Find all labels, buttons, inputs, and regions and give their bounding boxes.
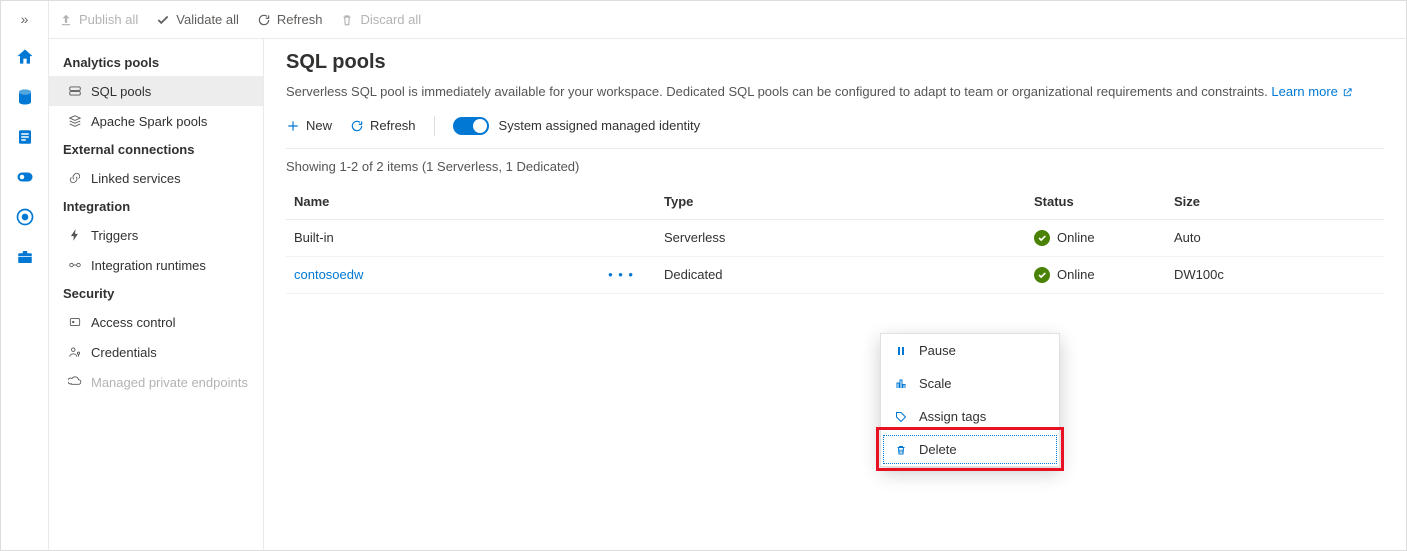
sidebar-item-label: SQL pools <box>91 84 151 99</box>
results-count: Showing 1-2 of 2 items (1 Serverless, 1 … <box>286 159 1384 174</box>
sidebar-item-label: Access control <box>91 315 176 330</box>
tag-icon <box>893 411 909 423</box>
linked-icon <box>67 170 83 186</box>
sidebar-item-label: Integration runtimes <box>91 258 206 273</box>
spark-icon <box>67 113 83 129</box>
manage-icon[interactable] <box>13 245 37 269</box>
pool-status: Online <box>1057 267 1095 282</box>
sidebar-item-sql-pools[interactable]: SQL pools <box>49 76 263 106</box>
table-row[interactable]: contosoedw • • • Dedicated Online DW100c <box>286 256 1384 293</box>
sidebar-item-label: Linked services <box>91 171 181 186</box>
menu-delete[interactable]: Delete <box>881 433 1059 466</box>
row-more-icon[interactable]: • • • <box>600 267 642 282</box>
refresh-list-label: Refresh <box>370 118 416 133</box>
managed-identity-toggle[interactable] <box>453 117 489 135</box>
scale-icon <box>893 378 909 390</box>
refresh-label: Refresh <box>277 12 323 27</box>
pool-size: DW100c <box>1174 267 1224 282</box>
runtime-icon <box>67 257 83 273</box>
action-bar: New Refresh System assigned managed iden… <box>286 116 1384 149</box>
row-context-menu: Pause Scale Assign tags Delete <box>880 333 1060 467</box>
integrate-icon[interactable] <box>13 165 37 189</box>
pool-status: Online <box>1057 230 1095 245</box>
pool-name: Built-in <box>294 230 334 245</box>
sidebar-item-managed-private-endpoints: Managed private endpoints <box>49 367 263 397</box>
home-icon[interactable] <box>13 45 37 69</box>
toggle-label: System assigned managed identity <box>499 118 701 133</box>
table-row[interactable]: Built-in Serverless Online Auto <box>286 219 1384 256</box>
sidebar-item-spark-pools[interactable]: Apache Spark pools <box>49 106 263 136</box>
status-ok-icon <box>1034 267 1050 283</box>
sidebar-item-access-control[interactable]: Access control <box>49 307 263 337</box>
expand-icon[interactable]: » <box>21 7 29 29</box>
sidebar-item-label: Managed private endpoints <box>91 375 248 390</box>
refresh-icon <box>350 119 364 133</box>
menu-label: Scale <box>919 376 952 391</box>
pool-name-link[interactable]: contosoedw <box>294 267 363 282</box>
publish-all-button[interactable]: Publish all <box>59 12 138 27</box>
sql-pool-icon <box>67 83 83 99</box>
pool-type: Serverless <box>664 230 725 245</box>
sql-pools-table: Name Type Status Size Built-in Serverles… <box>286 184 1384 294</box>
menu-pause[interactable]: Pause <box>881 334 1059 367</box>
sidebar-item-label: Credentials <box>91 345 157 360</box>
management-sidebar: Analytics pools SQL pools Apache Spark p… <box>49 39 264 550</box>
col-size[interactable]: Size <box>1166 184 1384 220</box>
delete-icon <box>893 444 909 456</box>
page-description: Serverless SQL pool is immediately avail… <box>286 82 1384 102</box>
pool-type: Dedicated <box>664 267 723 282</box>
sidebar-item-linked-services[interactable]: Linked services <box>49 163 263 193</box>
credentials-icon <box>67 344 83 360</box>
access-icon <box>67 314 83 330</box>
validate-all-button[interactable]: Validate all <box>156 12 239 27</box>
sidebar-item-label: Triggers <box>91 228 138 243</box>
col-type[interactable]: Type <box>656 184 1026 220</box>
section-analytics: Analytics pools <box>49 49 263 76</box>
section-external: External connections <box>49 136 263 163</box>
data-icon[interactable] <box>13 85 37 109</box>
col-name[interactable]: Name <box>286 184 656 220</box>
learn-more-link[interactable]: Learn more <box>1271 84 1352 99</box>
refresh-list-button[interactable]: Refresh <box>350 118 416 133</box>
monitor-icon[interactable] <box>13 205 37 229</box>
main-content: SQL pools Serverless SQL pool is immedia… <box>264 39 1406 550</box>
menu-label: Pause <box>919 343 956 358</box>
pool-size: Auto <box>1174 230 1201 245</box>
page-title: SQL pools <box>286 51 1384 74</box>
top-toolbar: Publish all Validate all Refresh Discard… <box>49 1 1406 39</box>
mpe-icon <box>67 374 83 390</box>
pause-icon <box>893 345 909 357</box>
sidebar-item-integration-runtimes[interactable]: Integration runtimes <box>49 250 263 280</box>
col-status[interactable]: Status <box>1026 184 1166 220</box>
plus-icon <box>286 119 300 133</box>
discard-all-button[interactable]: Discard all <box>340 12 421 27</box>
develop-icon[interactable] <box>13 125 37 149</box>
refresh-button[interactable]: Refresh <box>257 12 323 27</box>
menu-label: Delete <box>919 442 957 457</box>
sidebar-item-triggers[interactable]: Triggers <box>49 220 263 250</box>
menu-label: Assign tags <box>919 409 986 424</box>
sidebar-item-credentials[interactable]: Credentials <box>49 337 263 367</box>
trigger-icon <box>67 227 83 243</box>
menu-assign-tags[interactable]: Assign tags <box>881 400 1059 433</box>
menu-scale[interactable]: Scale <box>881 367 1059 400</box>
separator <box>434 116 435 136</box>
section-security: Security <box>49 280 263 307</box>
left-icon-rail: » <box>1 1 49 550</box>
discard-label: Discard all <box>360 12 421 27</box>
new-button[interactable]: New <box>286 118 332 133</box>
section-integration: Integration <box>49 193 263 220</box>
sidebar-item-label: Apache Spark pools <box>91 114 207 129</box>
publish-label: Publish all <box>79 12 138 27</box>
new-label: New <box>306 118 332 133</box>
status-ok-icon <box>1034 230 1050 246</box>
validate-label: Validate all <box>176 12 239 27</box>
